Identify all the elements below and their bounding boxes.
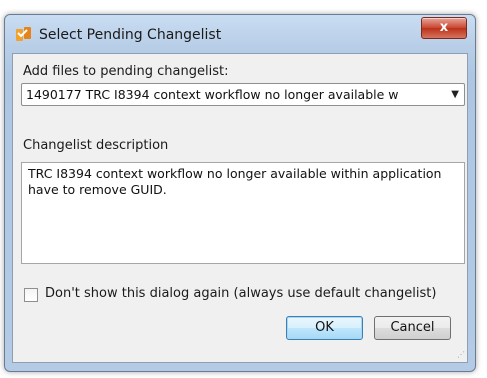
close-button[interactable]: x <box>421 17 467 39</box>
description-textarea[interactable]: TRC I8394 context workflow no longer ava… <box>21 162 465 264</box>
dont-show-checkbox[interactable] <box>24 288 38 302</box>
close-icon: x <box>439 20 449 35</box>
select-pending-changelist-dialog: Select Pending Changelist x Add files to… <box>4 14 476 372</box>
title-bar[interactable]: Select Pending Changelist x <box>5 15 475 53</box>
description-label: Changelist description <box>23 138 169 153</box>
chevron-down-icon[interactable]: ▼ <box>451 89 459 100</box>
resize-grip-icon[interactable]: ⋰ <box>457 350 465 359</box>
dont-show-label[interactable]: Don't show this dialog again (always use… <box>45 286 436 301</box>
cancel-button[interactable]: Cancel <box>374 316 451 340</box>
p4-changelist-icon <box>16 27 31 41</box>
changelist-selected-value: 1490177 TRC I8394 context workflow no lo… <box>26 87 399 102</box>
ok-button[interactable]: OK <box>286 316 363 340</box>
changelist-dropdown[interactable]: 1490177 TRC I8394 context workflow no lo… <box>21 83 465 106</box>
dialog-title: Select Pending Changelist <box>39 27 222 43</box>
changelist-label: Add files to pending changelist: <box>23 64 229 79</box>
